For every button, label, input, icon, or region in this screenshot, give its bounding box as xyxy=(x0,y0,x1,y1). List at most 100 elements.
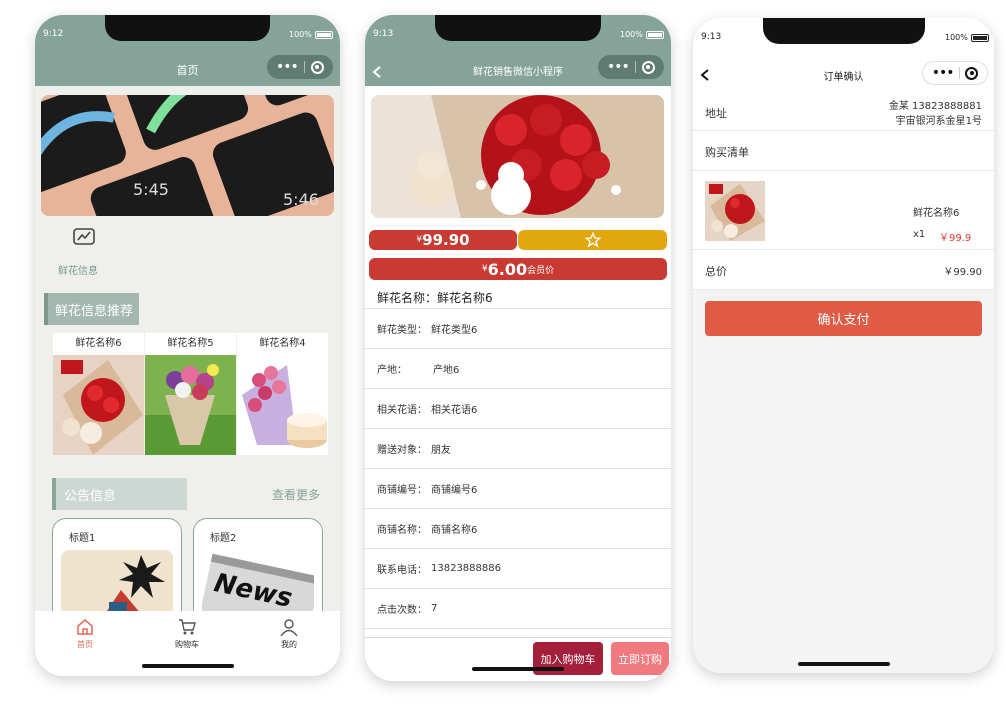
favorite-button[interactable] xyxy=(518,230,667,250)
row-value: 7 xyxy=(431,603,438,614)
tab-cart[interactable]: 购物车 xyxy=(157,617,217,650)
bottom-bar-divider xyxy=(365,637,671,638)
confirm-pay-button[interactable]: 确认支付 xyxy=(705,301,982,336)
home-indicator xyxy=(142,664,234,668)
battery-text: 100% xyxy=(289,30,312,39)
home-indicator xyxy=(798,662,890,666)
recommend-card[interactable]: 鲜花名称5 xyxy=(145,333,236,455)
see-more-link[interactable]: 查看更多 xyxy=(272,486,320,503)
battery-icon xyxy=(314,30,333,39)
news-image: News xyxy=(199,550,321,627)
tab-cart-label: 购物车 xyxy=(175,640,199,649)
item-price: ￥99.9 xyxy=(939,233,972,244)
address-detail: 宇宙银河系金星1号 xyxy=(895,116,982,127)
close-circle-icon[interactable] xyxy=(310,60,324,74)
tab-mine[interactable]: 我的 xyxy=(259,617,319,650)
row-value: 商铺编号6 xyxy=(431,485,478,496)
flower-cake-image xyxy=(237,355,328,455)
tab-home[interactable]: 首页 xyxy=(55,617,115,650)
user-icon xyxy=(280,619,298,637)
home-icon xyxy=(77,619,93,635)
notch xyxy=(105,15,270,41)
detail-row-origin: 产地： 产地6 xyxy=(365,349,671,389)
more-icon[interactable]: ••• xyxy=(932,66,955,80)
notice-card-title: 标题1 xyxy=(69,533,96,544)
recommend-card[interactable]: 鲜花名称6 xyxy=(53,333,144,455)
detail-row-meaning: 相关花语： 相关花语6 xyxy=(365,389,671,429)
recommend-card-name: 鲜花名称4 xyxy=(259,338,306,349)
status-time: 9:13 xyxy=(701,32,722,42)
close-circle-icon[interactable] xyxy=(641,60,655,74)
recommend-card-name: 鲜花名称6 xyxy=(75,338,122,349)
item-name: 鲜花名称6 xyxy=(913,208,960,219)
address-label: 地址 xyxy=(705,107,727,120)
detail-row-shop-id: 商铺编号： 商铺编号6 xyxy=(365,469,671,509)
total-row: 总价 ￥99.90 xyxy=(693,250,994,290)
notice-image xyxy=(61,550,173,620)
order-item: 鲜花名称6 x1 ￥99.9 xyxy=(693,171,994,250)
row-label: 商铺名称： xyxy=(377,525,427,536)
purchase-list-label: 购买清单 xyxy=(705,146,749,159)
item-qty: x1 xyxy=(913,229,926,240)
recommend-title-text: 鲜花信息推荐 xyxy=(55,303,134,319)
chart-icon xyxy=(72,228,95,245)
product-image[interactable] xyxy=(371,95,664,218)
detail-screen: 9:13 100% 鲜花销售微信小程序 ••• ¥ 99.90 ¥ 6.00 会… xyxy=(365,15,671,681)
row-value: 13823888886 xyxy=(431,563,501,574)
more-icon[interactable]: ••• xyxy=(276,60,299,74)
address-row[interactable]: 地址 金某 13823888881 宇宙银河系金星1号 xyxy=(693,91,994,131)
row-value: 商铺名称6 xyxy=(431,525,478,536)
tab-mine-label: 我的 xyxy=(281,640,297,649)
capsule-menu[interactable]: ••• xyxy=(598,55,664,79)
row-label: 商铺编号： xyxy=(377,485,427,496)
battery-indicator: 100% xyxy=(945,33,989,42)
banner-time-1: 5:45 xyxy=(133,180,169,199)
buy-now-button[interactable]: 立即订购 xyxy=(611,642,669,675)
flower-bouquet-image xyxy=(145,355,236,455)
home-indicator xyxy=(472,667,564,671)
total-label: 总价 xyxy=(705,265,727,278)
battery-icon xyxy=(970,33,989,42)
capsule-menu[interactable]: ••• xyxy=(267,55,333,79)
banner-image: 5:45 5:46 xyxy=(41,95,334,216)
order-confirm-screen: 9:13 100% 订单确认 ••• 地址 金某 13823888881 宇宙银… xyxy=(693,18,994,673)
row-label: 产地： xyxy=(377,365,407,376)
price-badge: ¥ 99.90 xyxy=(369,230,517,250)
notice-title-text: 公告信息 xyxy=(64,488,117,504)
capsule-menu[interactable]: ••• xyxy=(922,61,988,85)
battery-indicator: 100% xyxy=(620,30,664,39)
purchase-list-header: 购买清单 xyxy=(693,131,994,171)
member-price-badge: ¥ 6.00 会员价 xyxy=(369,258,667,280)
home-screen: 9:12 100% 首页 ••• 5:45 5:46 鲜花信息 鲜花信息推荐 鲜… xyxy=(35,15,340,676)
battery-text: 100% xyxy=(945,33,968,42)
notice-card-title: 标题2 xyxy=(210,533,237,544)
row-value: 鲜花类型6 xyxy=(431,325,478,336)
star-icon xyxy=(584,232,601,248)
recommend-section-title: 鲜花信息推荐 xyxy=(44,293,139,325)
recommend-card[interactable]: 鲜花名称4 xyxy=(237,333,328,455)
row-label: 赠送对象： xyxy=(377,445,427,456)
rose-bouquet-image xyxy=(371,95,664,218)
banner-carousel[interactable]: 5:45 5:46 xyxy=(41,95,334,216)
capsule-divider xyxy=(634,61,636,73)
capsule-divider xyxy=(958,67,960,79)
flower-name: 鲜花名称：鲜花名称6 xyxy=(377,291,493,305)
status-time: 9:13 xyxy=(373,29,394,39)
cart-icon xyxy=(179,619,196,635)
battery-icon xyxy=(645,30,664,39)
flower-bouquet-image xyxy=(53,355,144,455)
member-price-value: 6.00 xyxy=(487,259,528,279)
more-icon[interactable]: ••• xyxy=(607,60,630,74)
notice-section-title: 公告信息 xyxy=(52,478,187,510)
row-label: 相关花语： xyxy=(377,405,427,416)
flower-info-entry[interactable]: 鲜花信息 xyxy=(53,226,103,277)
row-label: 联系电话： xyxy=(377,565,427,576)
tab-home-label: 首页 xyxy=(77,640,93,649)
detail-row-type: 鲜花类型： 鲜花类型6 xyxy=(365,309,671,349)
address-contact: 金某 13823888881 xyxy=(888,101,982,112)
close-circle-icon[interactable] xyxy=(965,66,979,80)
banner-time-2: 5:46 xyxy=(283,190,319,209)
row-value: 相关花语6 xyxy=(431,405,478,416)
row-label: 鲜花类型： xyxy=(377,325,427,336)
detail-row-phone: 联系电话： 13823888886 xyxy=(365,549,671,589)
